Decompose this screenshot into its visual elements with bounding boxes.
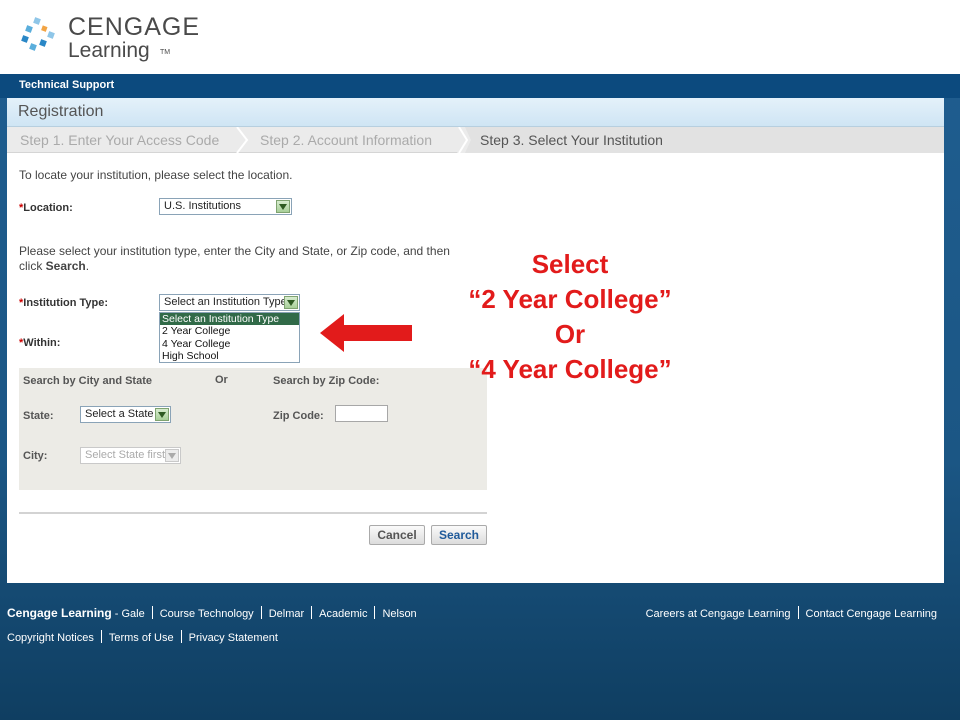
footer-separator bbox=[151, 606, 153, 619]
instructions-line-1: Please select your institution type, ent… bbox=[19, 244, 450, 258]
state-select[interactable]: Select a State bbox=[80, 406, 171, 423]
step-1: Step 1. Enter Your Access Code bbox=[20, 132, 220, 148]
footer-link-course-technology[interactable]: Course Technology bbox=[160, 608, 254, 620]
step-separator-icon bbox=[236, 127, 249, 153]
instructions-line-2: click Search. bbox=[19, 259, 89, 273]
logo-text-learning: Learning bbox=[68, 39, 150, 62]
search-by-zip-heading: Search by Zip Code: bbox=[273, 375, 380, 387]
logo-trademark: TM bbox=[160, 49, 171, 56]
annotation-line-1: Select bbox=[531, 249, 609, 279]
institution-type-label-text: Institution Type: bbox=[23, 297, 109, 309]
footer-link-terms[interactable]: Terms of Use bbox=[109, 632, 174, 644]
footer-link-delmar[interactable]: Delmar bbox=[269, 608, 304, 620]
or-text: Or bbox=[215, 374, 228, 386]
institution-type-dropdown-list: Select an Institution Type 2 Year Colleg… bbox=[159, 312, 300, 363]
cengage-logo-mark-icon bbox=[21, 17, 55, 51]
step-progress: Step 1. Enter Your Access Code Step 2. A… bbox=[7, 127, 944, 153]
footer-separator bbox=[374, 606, 376, 619]
city-select-value: Select State first bbox=[85, 449, 166, 461]
cengage-logo[interactable]: CENGAGE Learning TM bbox=[20, 12, 199, 67]
step-separator-icon bbox=[457, 127, 471, 153]
footer-link-academic[interactable]: Academic bbox=[319, 608, 367, 620]
footer-brand[interactable]: Cengage Learning bbox=[7, 606, 112, 620]
chevron-down-icon bbox=[165, 449, 179, 462]
instructions-period: . bbox=[85, 259, 90, 273]
logo-text-cengage: CENGAGE bbox=[68, 13, 201, 41]
instructions-search-word: Search bbox=[45, 259, 86, 273]
location-select[interactable]: U.S. Institutions bbox=[159, 198, 292, 215]
within-label: *Within: bbox=[19, 337, 60, 349]
chevron-down-icon[interactable] bbox=[276, 200, 290, 213]
zip-code-input[interactable] bbox=[335, 405, 388, 422]
registration-title: Registration bbox=[18, 103, 104, 120]
step-2: Step 2. Account Information bbox=[260, 132, 432, 148]
search-button[interactable]: Search bbox=[431, 525, 487, 545]
option-high-school[interactable]: High School bbox=[160, 350, 299, 362]
footer-separator bbox=[260, 606, 262, 619]
top-nav-bar: Technical Support bbox=[0, 74, 960, 98]
location-select-value: U.S. Institutions bbox=[164, 200, 242, 212]
footer-separator bbox=[311, 606, 313, 619]
footer-brand-separator: - bbox=[111, 608, 122, 620]
annotation-line-4: “4 Year College” bbox=[468, 354, 672, 384]
footer-link-copyright[interactable]: Copyright Notices bbox=[7, 632, 94, 644]
chevron-down-icon[interactable] bbox=[155, 408, 169, 421]
cancel-button[interactable]: Cancel bbox=[369, 525, 425, 545]
registration-header: Registration bbox=[7, 98, 944, 127]
institution-type-select[interactable]: Select an Institution Type bbox=[159, 294, 300, 311]
footer-link-careers[interactable]: Careers at Cengage Learning bbox=[646, 608, 791, 620]
chevron-down-icon[interactable] bbox=[284, 296, 298, 309]
city-label: City: bbox=[23, 450, 48, 462]
location-label: *Location: bbox=[19, 202, 73, 214]
within-label-text: Within: bbox=[23, 337, 61, 349]
annotation-line-3: Or bbox=[554, 319, 586, 349]
technical-support-link[interactable]: Technical Support bbox=[19, 79, 114, 91]
city-select: Select State first bbox=[80, 447, 181, 464]
footer-separator bbox=[100, 630, 102, 643]
red-arrow-left-icon bbox=[320, 314, 412, 352]
footer-brand-links: Cengage Learning - Gale Course Technology… bbox=[7, 606, 417, 620]
state-label: State: bbox=[23, 410, 54, 422]
footer-link-contact[interactable]: Contact Cengage Learning bbox=[806, 608, 937, 620]
divider bbox=[19, 512, 487, 514]
option-2-year-college[interactable]: 2 Year College bbox=[160, 325, 299, 337]
institution-type-label: *Institution Type: bbox=[19, 297, 108, 309]
footer-link-privacy[interactable]: Privacy Statement bbox=[189, 632, 278, 644]
step-3-current: Step 3. Select Your Institution bbox=[480, 132, 663, 148]
option-select-institution-type[interactable]: Select an Institution Type bbox=[160, 313, 299, 326]
footer-link-gale[interactable]: Gale bbox=[121, 608, 144, 620]
footer-separator bbox=[797, 606, 799, 619]
header: CENGAGE Learning TM bbox=[0, 0, 960, 74]
option-4-year-college[interactable]: 4 Year College bbox=[160, 338, 299, 350]
institution-type-select-value: Select an Institution Type bbox=[164, 296, 287, 308]
zip-code-label: Zip Code: bbox=[273, 410, 324, 422]
instructions-text: click bbox=[19, 259, 46, 273]
footer-right-links: Careers at Cengage Learning Contact Cenga… bbox=[646, 606, 937, 620]
annotation-line-2: “2 Year College” bbox=[468, 284, 672, 314]
footer-separator bbox=[180, 630, 182, 643]
search-by-city-state-heading: Search by City and State bbox=[23, 375, 152, 387]
footer-link-nelson[interactable]: Nelson bbox=[382, 608, 416, 620]
location-label-text: Location: bbox=[23, 202, 73, 214]
location-intro-text: To locate your institution, please selec… bbox=[19, 168, 293, 182]
state-select-value: Select a State bbox=[85, 408, 154, 420]
footer-legal-links: Copyright Notices Terms of Use Privacy Sta… bbox=[7, 630, 278, 644]
instruction-annotation: Select “2 Year College” Or “4 Year Colle… bbox=[440, 247, 700, 387]
